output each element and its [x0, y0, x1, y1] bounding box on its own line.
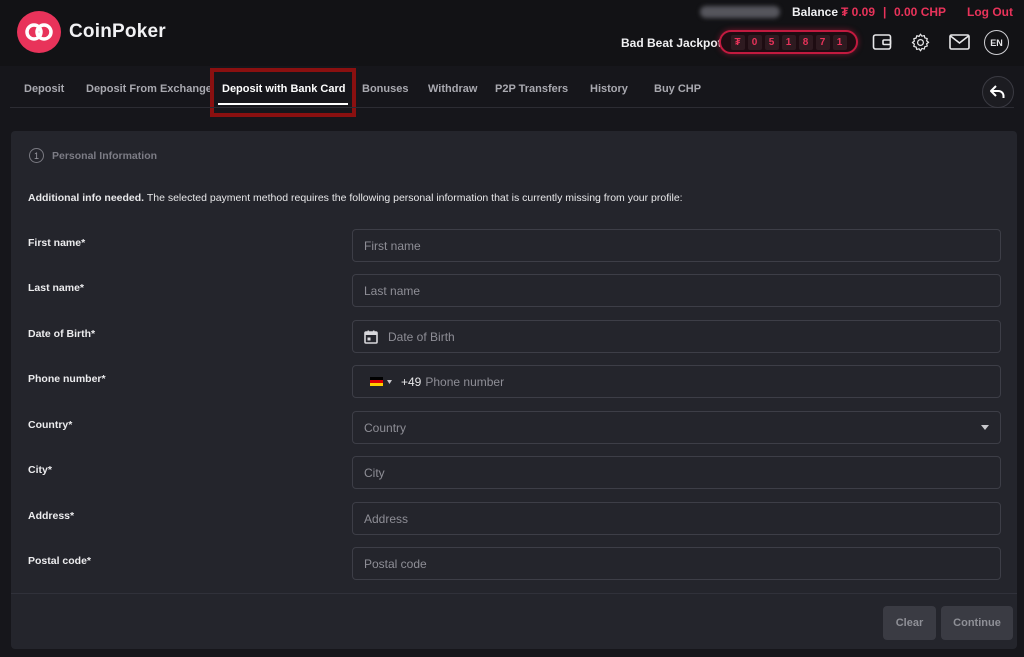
first-name-label: First name* — [28, 237, 86, 249]
country-placeholder: Country — [364, 420, 407, 435]
phone-input[interactable]: +49 Phone number — [352, 365, 1001, 398]
continue-button[interactable]: Continue — [941, 606, 1013, 640]
address-input[interactable] — [352, 502, 1001, 535]
tab-bonuses[interactable]: Bonuses — [362, 83, 408, 95]
jackpot-digit: 0 — [747, 34, 762, 50]
postal-code-input[interactable] — [352, 547, 1001, 580]
dob-placeholder: Date of Birth — [388, 329, 455, 344]
wallet-icon[interactable] — [871, 31, 893, 53]
active-tab-highlight-box — [210, 68, 356, 117]
tab-buy-chp[interactable]: Buy CHP — [654, 83, 701, 95]
logout-link[interactable]: Log Out — [967, 5, 1013, 19]
phone-country-selector[interactable] — [370, 377, 392, 386]
phone-country-code: +49 — [401, 374, 422, 389]
step-number: 1 — [29, 148, 44, 163]
phone-placeholder: Phone number — [425, 374, 505, 389]
tab-withdraw[interactable]: Withdraw — [428, 83, 477, 95]
language-selector[interactable]: EN — [984, 30, 1009, 55]
calendar-icon — [364, 330, 378, 344]
notice-bold: Additional info needed. — [28, 192, 145, 204]
country-select[interactable]: Country — [352, 411, 1001, 444]
jackpot-digit: ₮ — [730, 34, 745, 50]
clear-button[interactable]: Clear — [883, 606, 936, 640]
step-label: Personal Information — [52, 149, 158, 162]
personal-info-panel: 1 Personal Information Additional info n… — [11, 131, 1017, 649]
address-label: Address* — [28, 510, 75, 522]
tabs-divider — [10, 107, 1014, 108]
dob-input[interactable]: Date of Birth — [352, 320, 1001, 353]
tab-history[interactable]: History — [590, 83, 628, 95]
city-label: City* — [28, 464, 52, 476]
jackpot-digit: 5 — [764, 34, 779, 50]
tab-p2p-transfers[interactable]: P2P Transfers — [495, 83, 568, 95]
jackpot-label: Bad Beat Jackpot — [621, 36, 722, 50]
city-input[interactable] — [352, 456, 1001, 489]
form-footer-divider — [11, 593, 1017, 594]
balance-value: ₮ 0.09 — [841, 5, 876, 19]
jackpot-digit: 8 — [798, 34, 813, 50]
jackpot-digit: 1 — [781, 34, 796, 50]
logo-text: CoinPoker — [69, 21, 166, 42]
step-indicator: 1 Personal Information — [29, 148, 157, 163]
first-name-input[interactable] — [352, 229, 1001, 262]
balance-chp: 0.00 CHP — [894, 5, 947, 19]
mail-icon[interactable] — [948, 31, 970, 53]
last-name-input[interactable] — [352, 274, 1001, 307]
balance-label: Balance — [792, 5, 839, 19]
coinpoker-logo[interactable]: CoinPoker — [17, 11, 166, 53]
phone-label: Phone number* — [28, 373, 106, 385]
gear-icon[interactable] — [909, 31, 931, 53]
back-arrow-icon — [990, 85, 1005, 98]
country-label: Country* — [28, 419, 73, 431]
tab-deposit-from-exchange[interactable]: Deposit From Exchange — [86, 83, 212, 95]
caret-down-icon — [387, 379, 392, 384]
postal-code-label: Postal code* — [28, 555, 92, 567]
logo-mark-icon — [17, 11, 61, 53]
tab-deposit[interactable]: Deposit — [24, 83, 64, 95]
chevron-down-icon — [981, 425, 989, 430]
username-blurred — [700, 6, 780, 18]
jackpot-digit: 1 — [832, 34, 847, 50]
deposit-tabs: Deposit Deposit From Exchange Deposit wi… — [0, 66, 1024, 108]
last-name-label: Last name* — [28, 282, 85, 294]
germany-flag-icon — [370, 377, 383, 386]
jackpot-counter: ₮ 0 5 1 8 7 1 — [719, 30, 858, 54]
dob-label: Date of Birth* — [28, 328, 96, 340]
balance-separator: | — [883, 5, 887, 19]
missing-info-notice: Additional info needed. The selected pay… — [28, 192, 683, 204]
back-button[interactable] — [982, 76, 1014, 108]
notice-text: The selected payment method requires the… — [144, 192, 683, 204]
jackpot-digit: 7 — [815, 34, 830, 50]
top-header: CoinPoker Balance ₮ 0.09 | 0.00 CHP Log … — [0, 0, 1024, 66]
